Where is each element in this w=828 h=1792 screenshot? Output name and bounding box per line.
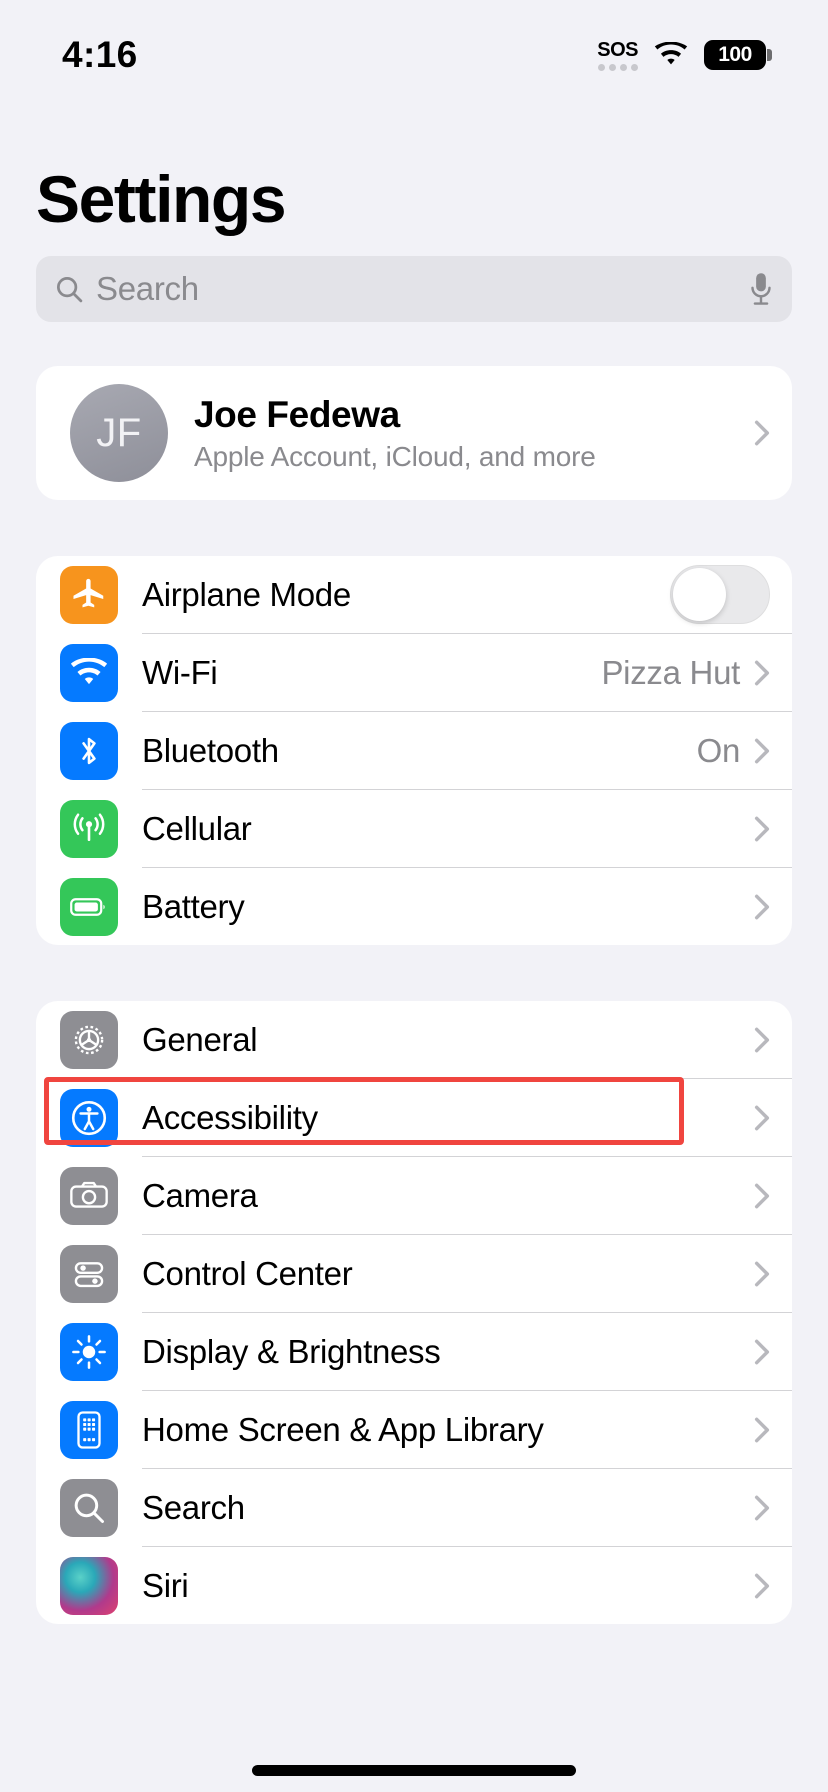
microphone-icon[interactable] xyxy=(748,272,774,306)
search-placeholder: Search xyxy=(96,270,199,307)
page-title: Settings xyxy=(36,162,287,236)
battery-indicator: 100 xyxy=(704,40,772,70)
home-indicator xyxy=(252,1765,576,1776)
cellular-icon xyxy=(60,799,118,858)
status-time: 4:16 xyxy=(62,34,138,75)
settings-row-battery[interactable]: Battery xyxy=(36,868,792,945)
chevron-right-icon xyxy=(754,1183,770,1208)
battery-icon xyxy=(60,877,118,936)
search-icon xyxy=(57,277,83,303)
profile-name: Joe Fedewa xyxy=(194,393,400,435)
chevron-right-icon xyxy=(754,816,770,841)
chevron-right-icon xyxy=(754,894,770,919)
sos-indicator: SOS xyxy=(597,40,638,71)
row-label: Wi-Fi xyxy=(142,653,218,691)
chevron-right-icon xyxy=(754,420,770,446)
row-label: Cellular xyxy=(142,809,252,847)
siri-icon xyxy=(60,1556,118,1615)
connectivity-group: Airplane Mode Wi-Fi Pizza Hut Bluetooth … xyxy=(36,556,792,945)
row-value: Pizza Hut xyxy=(601,653,740,691)
chevron-right-icon xyxy=(754,1495,770,1520)
settings-row-search[interactable]: Search xyxy=(36,1469,792,1546)
profile-card: JF Joe Fedewa Apple Account, iCloud, and… xyxy=(36,366,792,500)
chevron-right-icon xyxy=(754,1339,770,1364)
wifi-icon xyxy=(654,42,688,65)
row-label: Bluetooth xyxy=(142,731,279,769)
settings-row-airplane-mode[interactable]: Airplane Mode xyxy=(36,556,792,633)
apple-account-row[interactable]: JF Joe Fedewa Apple Account, iCloud, and… xyxy=(36,366,792,500)
airplane-icon xyxy=(60,565,118,624)
signal-dots-icon xyxy=(597,63,638,71)
brightness-icon xyxy=(60,1322,118,1381)
search-input[interactable]: Search xyxy=(36,256,792,322)
avatar-initials: JF xyxy=(96,410,142,455)
chevron-right-icon xyxy=(754,1261,770,1286)
settings-row-general[interactable]: General xyxy=(36,1001,792,1078)
settings-row-display-brightness[interactable]: Display & Brightness xyxy=(36,1313,792,1390)
home-screen-icon xyxy=(60,1400,118,1459)
row-label: Camera xyxy=(142,1176,258,1214)
accessibility-icon xyxy=(60,1088,118,1147)
profile-subtitle: Apple Account, iCloud, and more xyxy=(194,440,596,472)
settings-row-wifi[interactable]: Wi-Fi Pizza Hut xyxy=(36,634,792,711)
row-label: Siri xyxy=(142,1566,189,1604)
row-label: Display & Brightness xyxy=(142,1332,441,1370)
row-label: Airplane Mode xyxy=(142,575,351,613)
search-icon xyxy=(60,1478,118,1537)
chevron-right-icon xyxy=(754,1105,770,1130)
settings-row-camera[interactable]: Camera xyxy=(36,1157,792,1234)
battery-percent: 100 xyxy=(718,43,752,66)
row-label: Search xyxy=(142,1488,245,1526)
chevron-right-icon xyxy=(754,660,770,685)
system-group: General Accessibility Camera Control Cen… xyxy=(36,1001,792,1624)
avatar: JF xyxy=(70,384,168,482)
status-bar: 4:16 SOS 100 xyxy=(0,0,828,104)
row-label: General xyxy=(142,1020,258,1058)
row-value: On xyxy=(696,731,741,769)
status-indicators: SOS 100 xyxy=(597,40,772,71)
chevron-right-icon xyxy=(754,1573,770,1598)
chevron-right-icon xyxy=(754,1027,770,1052)
airplane-mode-toggle[interactable] xyxy=(670,565,770,624)
row-label: Accessibility xyxy=(142,1098,318,1136)
settings-row-control-center[interactable]: Control Center xyxy=(36,1235,792,1312)
gear-icon xyxy=(60,1010,118,1069)
control-center-icon xyxy=(60,1244,118,1303)
profile-text: Joe Fedewa Apple Account, iCloud, and mo… xyxy=(194,394,754,473)
settings-row-cellular[interactable]: Cellular xyxy=(36,790,792,867)
camera-icon xyxy=(60,1166,118,1225)
row-label: Control Center xyxy=(142,1254,353,1292)
chevron-right-icon xyxy=(754,738,770,763)
row-label: Home Screen & App Library xyxy=(142,1410,544,1448)
settings-row-siri[interactable]: Siri xyxy=(36,1547,792,1624)
chevron-right-icon xyxy=(754,1417,770,1442)
settings-row-home-screen[interactable]: Home Screen & App Library xyxy=(36,1391,792,1468)
settings-row-bluetooth[interactable]: Bluetooth On xyxy=(36,712,792,789)
bluetooth-icon xyxy=(60,721,118,780)
settings-row-accessibility[interactable]: Accessibility xyxy=(36,1079,792,1156)
sos-label: SOS xyxy=(597,38,638,61)
wifi-icon xyxy=(60,643,118,702)
row-label: Battery xyxy=(142,887,245,925)
